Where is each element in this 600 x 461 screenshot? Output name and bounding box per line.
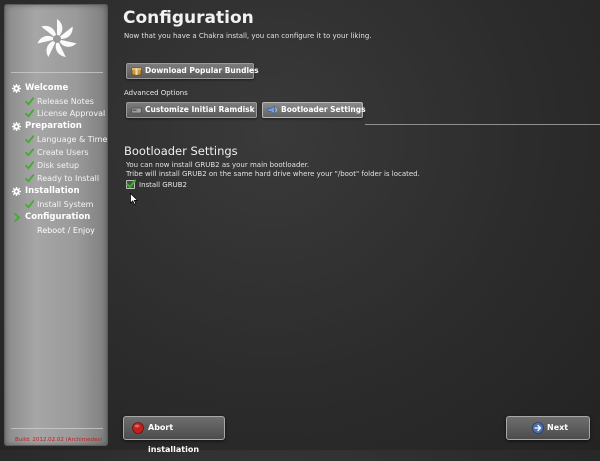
bootloader-settings-button[interactable]: Bootloader Settings	[262, 102, 366, 118]
section-title: Bootloader Settings	[124, 144, 238, 158]
green-check-icon	[25, 109, 34, 118]
green-check-icon	[25, 161, 34, 170]
build-label: Build: 2012.02.02 (Archimedes)	[15, 437, 103, 443]
mouse-cursor-icon	[130, 193, 138, 205]
chakra-logo-icon	[37, 19, 77, 58]
sidebar-item-license-approval[interactable]: License Approval	[5, 107, 109, 120]
package-icon	[131, 67, 142, 76]
sidebar-item-install-system[interactable]: Install System	[5, 198, 109, 211]
sidebar-item-ready-to-install[interactable]: Ready to Install	[5, 172, 109, 185]
sidebar-item-label: Install System	[37, 200, 94, 209]
sidebar-item-label: Create Users	[37, 148, 89, 157]
green-check-icon	[25, 135, 34, 144]
page-subtitle: Now that you have a Chakra install, you …	[124, 32, 372, 40]
sidebar-divider	[11, 428, 103, 429]
abort-installation-label: Abort installation	[148, 423, 200, 454]
sidebar-item-label: Welcome	[25, 83, 69, 93]
gear-icon	[12, 187, 21, 196]
bootloader-settings-label: Bootloader Settings	[281, 105, 366, 114]
green-check-icon	[25, 148, 34, 157]
install-grub2-checkbox[interactable]	[126, 179, 136, 189]
green-check-icon	[25, 97, 34, 106]
abort-installation-button[interactable]: Abort installation	[123, 416, 225, 454]
sidebar-divider	[11, 72, 103, 73]
sidebar-item-create-users[interactable]: Create Users	[5, 146, 109, 159]
install-grub2-label[interactable]: Install GRUB2	[139, 181, 187, 189]
sidebar-item-label: Configuration	[25, 212, 91, 222]
green-check-icon	[126, 179, 136, 188]
download-bundles-button[interactable]: Download Popular Bundles	[126, 63, 259, 79]
download-bundles-label: Download Popular Bundles	[145, 66, 259, 75]
sidebar-item-disk-setup[interactable]: Disk setup	[5, 159, 109, 172]
green-check-icon	[25, 200, 34, 209]
arrow-icon	[14, 213, 21, 222]
page-title: Configuration	[123, 8, 254, 28]
sidebar-item-installation[interactable]: Installation	[5, 185, 109, 198]
sidebar-item-language-time[interactable]: Language & Time	[5, 133, 109, 146]
arrow-right-icon	[532, 422, 544, 434]
sidebar-item-welcome[interactable]: Welcome	[5, 82, 109, 95]
sidebar-item-label: License Approval	[37, 109, 106, 118]
sidebar-item-label: Reboot / Enjoy	[37, 226, 95, 235]
next-button[interactable]: Next	[506, 416, 590, 440]
sidebar-item-label: Ready to Install	[37, 174, 100, 183]
sidebar: Welcome Release Notes License Approval Prep…	[4, 4, 108, 446]
gear-icon	[12, 122, 21, 131]
section-divider	[365, 124, 600, 125]
sidebar-item-label: Installation	[25, 186, 80, 196]
sidebar-item-label: Language & Time	[37, 135, 108, 144]
sidebar-item-reboot-enjoy[interactable]: Reboot / Enjoy	[5, 224, 109, 237]
sidebar-item-preparation[interactable]: Preparation	[5, 120, 109, 133]
description-line-1: You can now install GRUB2 as your main b…	[126, 161, 310, 169]
gear-icon	[12, 84, 21, 93]
green-check-icon	[25, 174, 34, 183]
stop-icon	[132, 422, 144, 434]
speaker-icon	[267, 105, 277, 115]
sidebar-item-configuration[interactable]: Configuration	[5, 211, 109, 224]
customize-ramdisk-label: Customize Initial Ramdisk	[145, 105, 255, 114]
sidebar-item-label: Preparation	[25, 121, 82, 131]
description-line-2: Tribe will install GRUB2 on the same har…	[126, 170, 420, 178]
customize-ramdisk-button[interactable]: Customize Initial Ramdisk	[126, 102, 257, 118]
advanced-options-label: Advanced Options	[124, 89, 188, 97]
next-label: Next	[547, 423, 569, 432]
sidebar-item-label: Disk setup	[37, 161, 80, 170]
disk-icon	[131, 107, 142, 114]
